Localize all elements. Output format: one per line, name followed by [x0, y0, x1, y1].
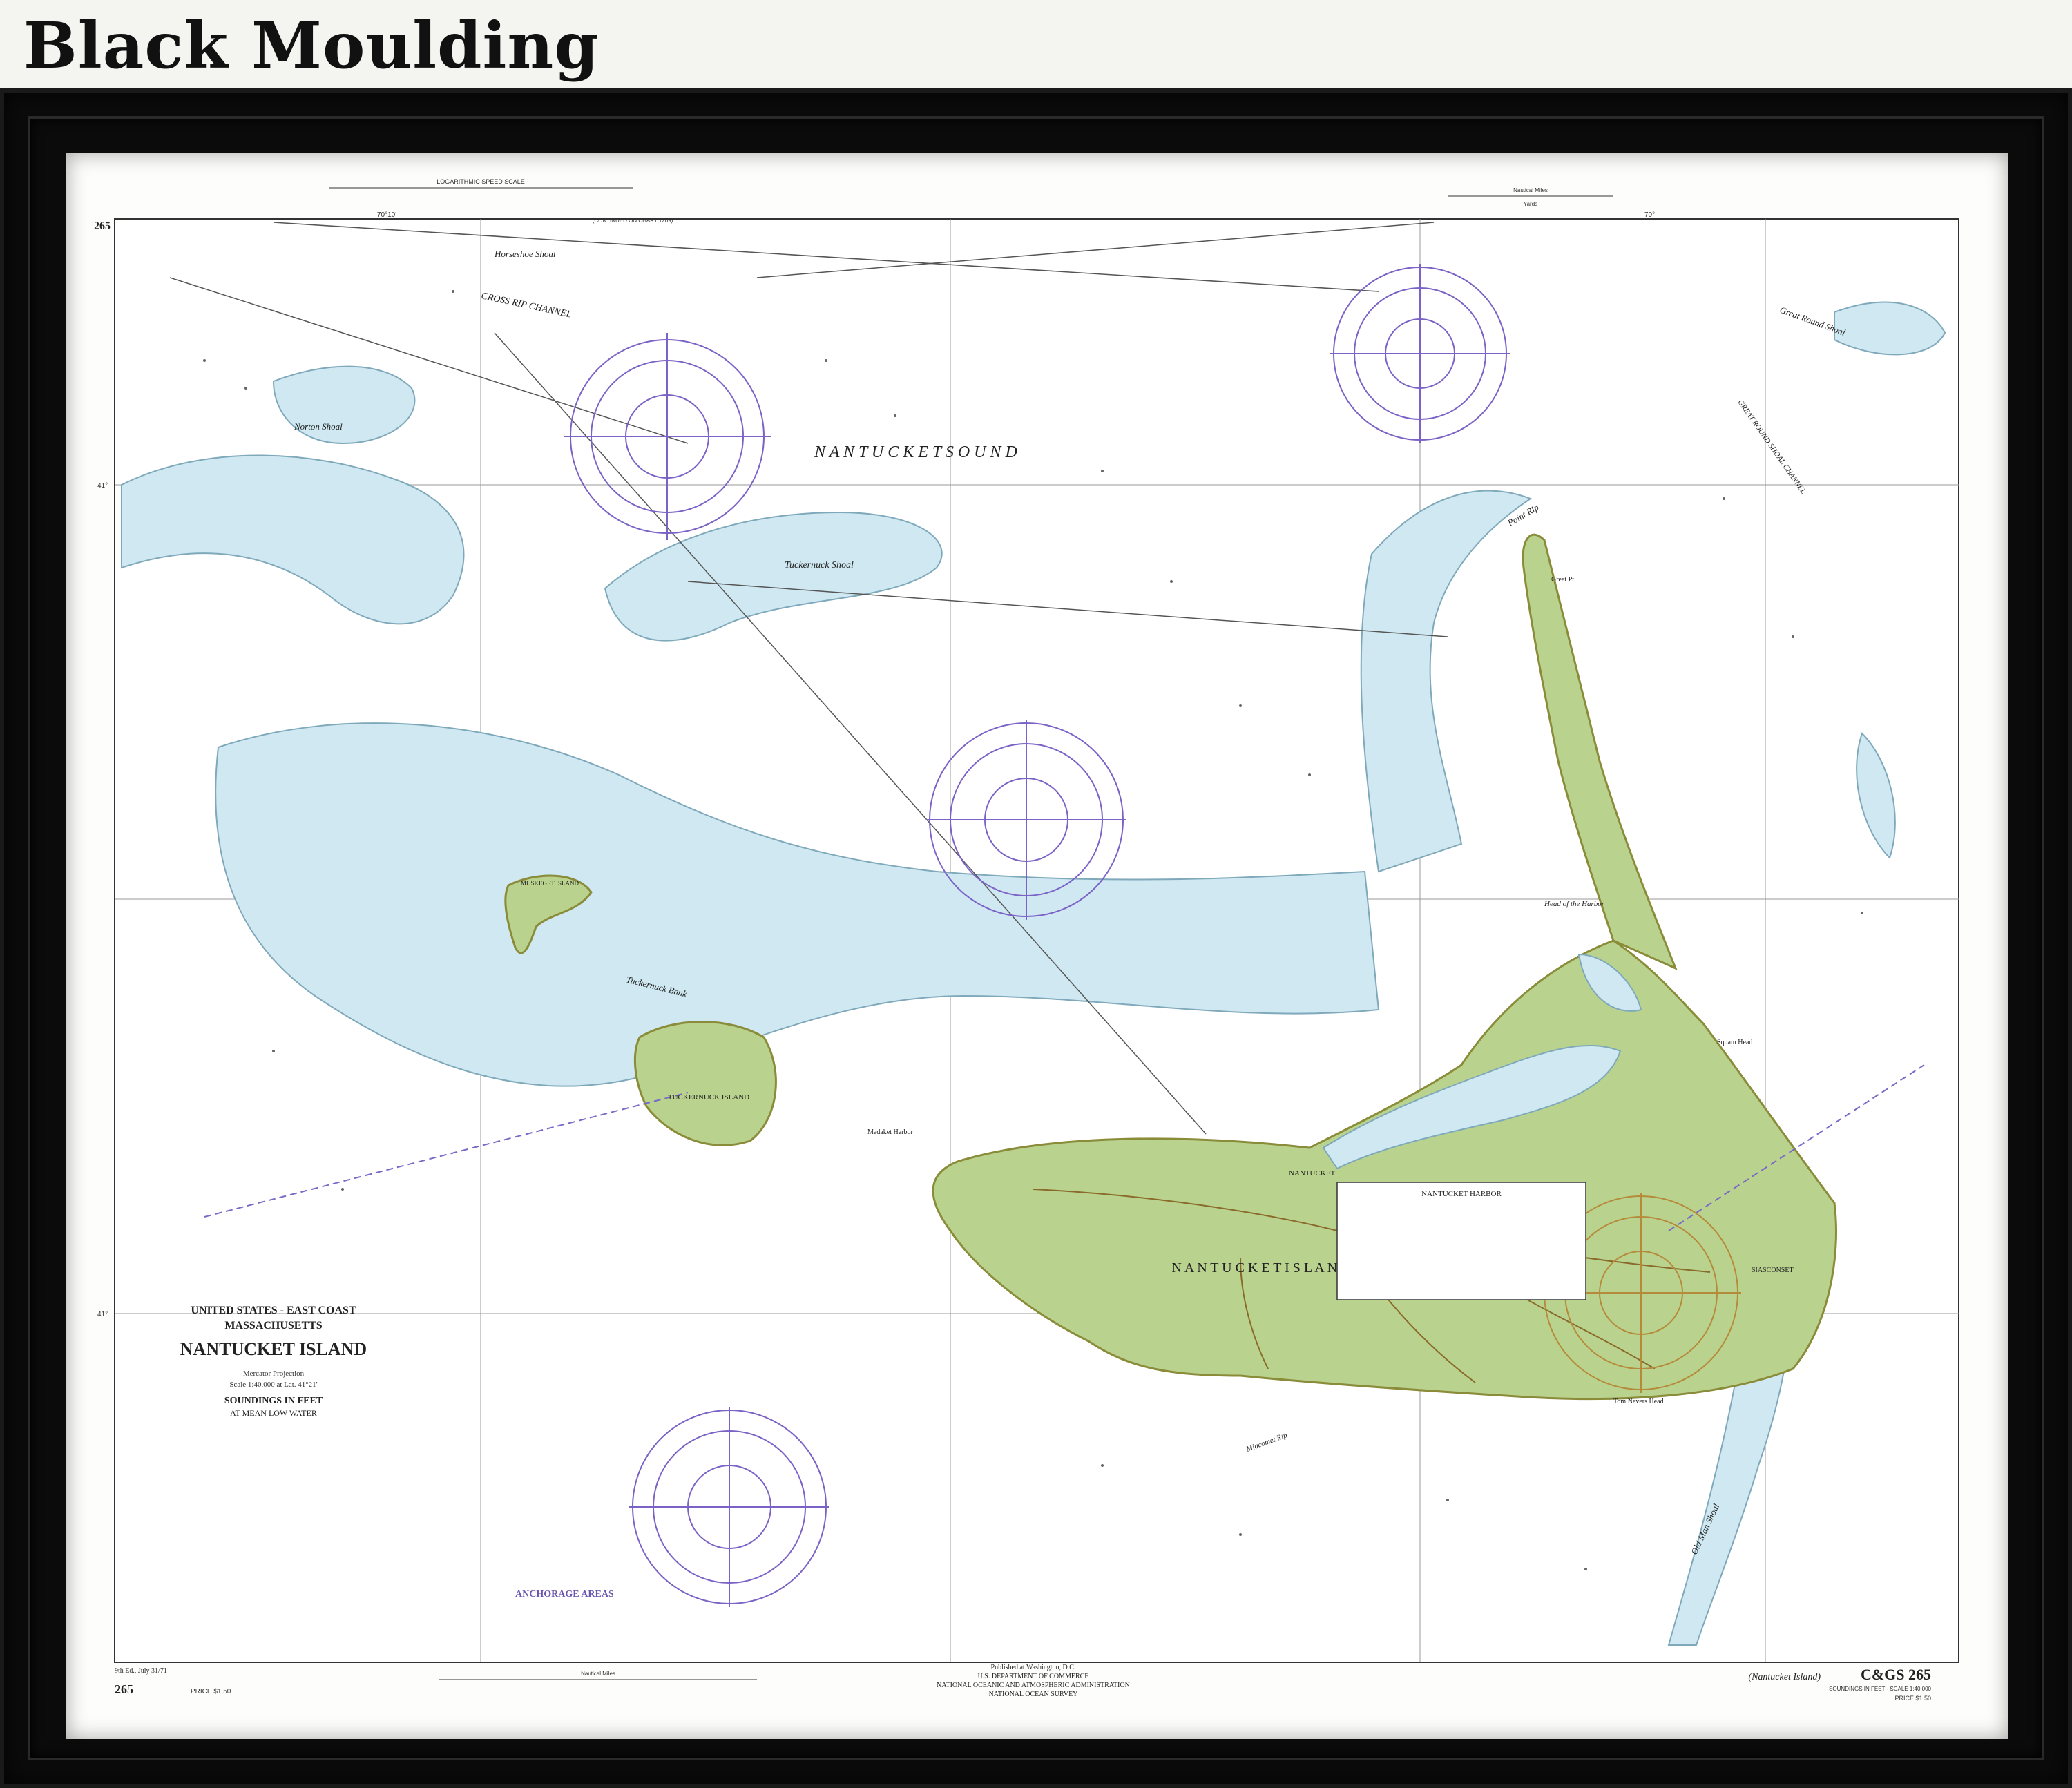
product-heading: Black Moulding [23, 8, 599, 83]
cgs-sub: (Nantucket Island) [1748, 1672, 1821, 1682]
yards-top: Yards [1524, 201, 1537, 207]
label-great-pt: Great Pt [1551, 576, 1574, 584]
title-state: MASSACHUSETTS [224, 1320, 322, 1332]
label-nantucket-town: NANTUCKET [1289, 1169, 1335, 1177]
label-muskeget-island: MUSKEGET ISLAND [521, 880, 579, 887]
lon-label-70-10: 70°10' [377, 211, 396, 219]
publisher-block: Published at Washington, D.C. U.S. DEPAR… [937, 1664, 1130, 1698]
label-horseshoe-shoal: Horseshoe Shoal [494, 249, 556, 259]
title-name: NANTUCKET ISLAND [180, 1339, 367, 1359]
cgs-number: C&GS 265 [1861, 1666, 1931, 1683]
nautical-chart: UNITED STATES - EAST COAST MASSACHUSETTS… [94, 178, 1959, 1702]
nautical-miles-bottom: Nautical Miles [581, 1671, 615, 1677]
cgs-scale: SOUNDINGS IN FEET - SCALE 1:40,000 [1829, 1686, 1931, 1692]
label-squam-head: Squam Head [1717, 1039, 1752, 1046]
label-siasconset: SIASCONSET [1752, 1267, 1794, 1274]
chart-number-bottom: 265 [115, 1682, 133, 1696]
harbor-info-box [1336, 1182, 1586, 1300]
chart-number-top: 265 [94, 220, 111, 232]
title-scale: Scale 1:40,000 at Lat. 41°21' [229, 1381, 317, 1389]
label-nantucket-sound: N A N T U C K E T S O U N D [814, 443, 1017, 461]
title-soundings: SOUNDINGS IN FEET [224, 1396, 323, 1406]
publisher-line2: U.S. DEPARTMENT OF COMMERCE [978, 1673, 1089, 1680]
label-tuckernuck-island: TUCKERNUCK ISLAND [668, 1093, 749, 1102]
label-nantucket-island: N A N T U C K E T I S L A N D [1172, 1260, 1351, 1276]
label-madaket: Madaket Harbor [867, 1128, 913, 1136]
nautical-miles-top: Nautical Miles [1513, 187, 1548, 193]
harbor-box-title: NANTUCKET HARBOR [1421, 1190, 1502, 1198]
publisher-line1: Published at Washington, D.C. [991, 1664, 1076, 1671]
label-tuckernuck-shoal: Tuckernuck Shoal [785, 560, 854, 570]
chart-edition: 9th Ed., July 31/71 [115, 1667, 167, 1675]
publisher-line3: NATIONAL OCEANIC AND ATMOSPHERIC ADMINIS… [937, 1682, 1130, 1689]
lon-label-70: 70° [1644, 211, 1655, 219]
continued-note: (CONTINUED ON CHART 1209) [593, 218, 673, 224]
chart-price: PRICE $1.50 [191, 1688, 231, 1695]
title-projection: Mercator Projection [243, 1369, 305, 1378]
lat-label-41-b: 41° [97, 1311, 108, 1318]
label-norton-shoal: Norton Shoal [294, 421, 343, 432]
cgs-price: PRICE $1.50 [1894, 1695, 1931, 1702]
publisher-line4: NATIONAL OCEAN SURVEY [989, 1691, 1078, 1698]
anchorage-title: ANCHORAGE AREAS [515, 1589, 614, 1599]
label-head-harbor: Head of the Harbor [1544, 900, 1605, 908]
lat-label-41-a: 41° [97, 482, 108, 490]
speed-scale-title: LOGARITHMIC SPEED SCALE [437, 178, 525, 185]
label-tom-nevers: Tom Nevers Head [1613, 1398, 1664, 1405]
title-datum: AT MEAN LOW WATER [230, 1408, 317, 1418]
title-region: UNITED STATES - EAST COAST [191, 1305, 356, 1316]
